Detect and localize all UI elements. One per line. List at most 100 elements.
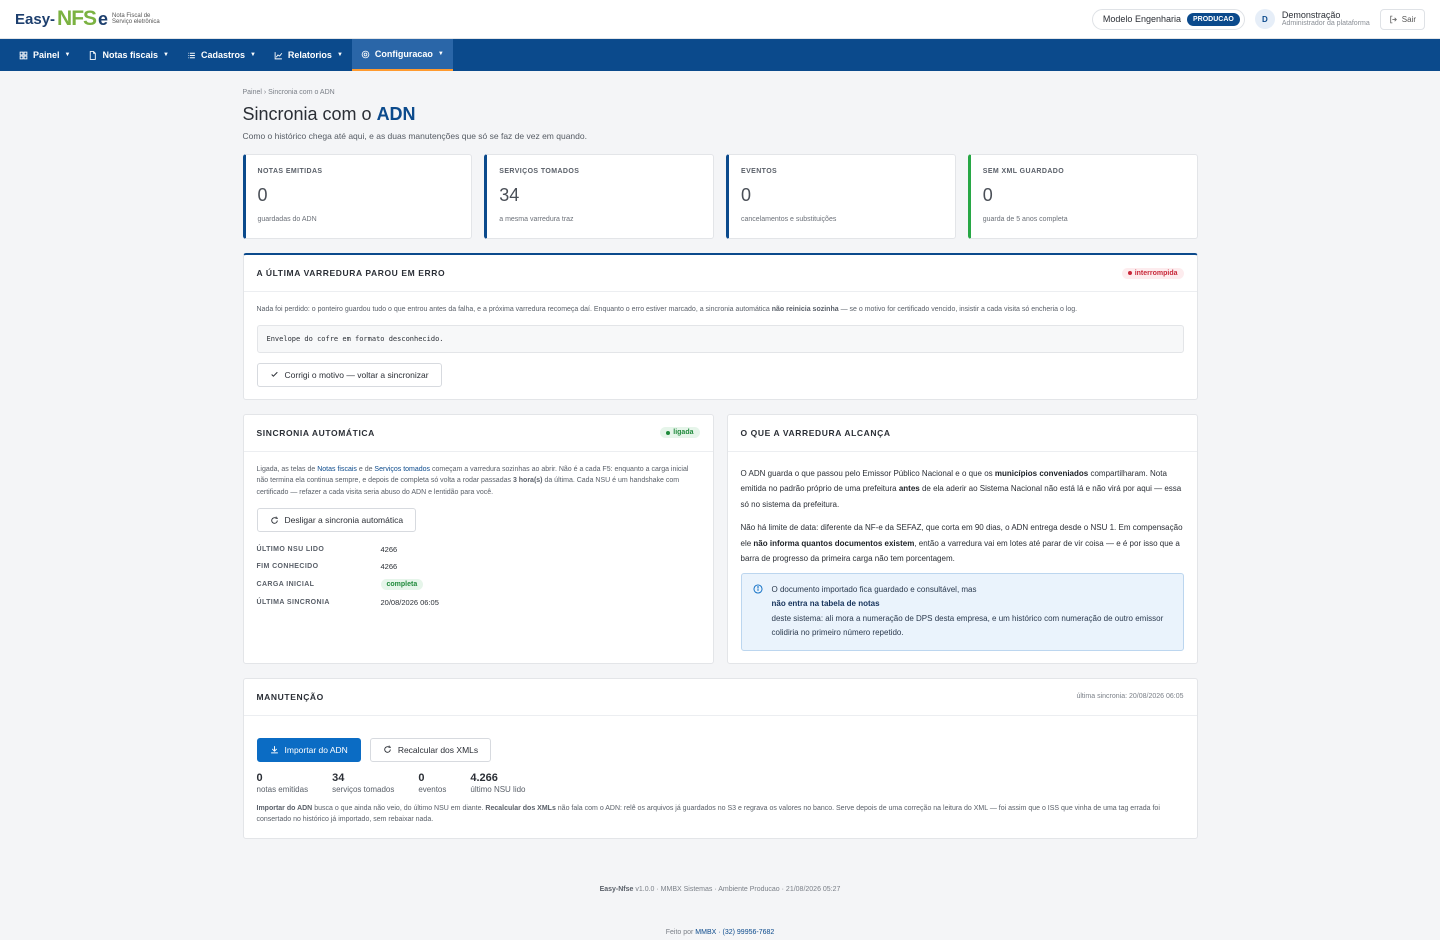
text-bold: Recalcular dos XMLs [485,804,556,812]
counter-label: notas emitidas [256,784,309,794]
import-adn-button[interactable]: Importar do ADN [256,737,361,762]
chevron-down-icon: ▼ [437,51,444,57]
maintenance-card: MANUTENÇÃO última sincronia: 20/08/2026 … [242,677,1198,839]
footer-info: v1.0.0 · MMBX Sistemas · Ambiente Produc… [633,885,841,893]
stat-card-sem-xml: SEM XML GUARDADO 0 guarda de 5 anos comp… [967,154,1198,239]
footer-credits: Feito por MMBX · (32) 99956-7682 [243,929,1198,936]
status-badge: ligada [660,427,700,438]
status-badge: interrompida [1121,267,1184,279]
grid-icon [19,51,28,59]
detail-label: ÚLTIMA SINCRONIA [256,599,330,606]
page-title-prefix: Sincronia com o [242,104,377,124]
last-sync-text: última sincronia: 20/08/2026 06:05 [1076,693,1184,700]
logout-label: Sair [1401,14,1416,24]
logo-nfs: NFS [57,7,97,30]
info-line: O documento importado fica guardado e co… [771,584,977,594]
user-menu[interactable]: D Demonstração Administrador da platafor… [1254,9,1370,29]
page-title-highlight: ADN [376,104,416,124]
check-icon [270,371,278,377]
avatar: D [1254,9,1275,29]
text-bold: 3 hora(s) [512,477,543,484]
main-content: Painel › Sincronia com o ADN Sincronia c… [242,71,1198,936]
status-dot [1127,271,1132,275]
text-bold: não informa quantos documentos existem [753,538,915,548]
counter: 4.266 último NSU lido [470,772,525,794]
text-bold: municípios conveniados [994,468,1089,478]
nav-item-notas-fiscais[interactable]: Notas fiscais ▼ [79,39,177,71]
error-card-header: A ÚLTIMA VARREDURA PAROU EM ERRO interro… [243,255,1197,292]
stat-label: SEM XML GUARDADO [982,168,1065,175]
stat-value: 0 [257,185,268,205]
text: busca o que ainda não veio, do último NS… [312,804,486,812]
resume-sync-button[interactable]: Corrigi o motivo — voltar a sincronizar [256,362,442,387]
stat-card-servicos-tomados: SERVIÇOS TOMADOS 34 a mesma varredura tr… [484,154,714,239]
refresh-icon [270,516,278,524]
error-text-before: Nada foi perdido: o ponteiro guardou tud… [256,306,772,313]
refresh-icon [384,745,391,753]
company-selector[interactable]: Modelo Engenharia PRODUCAO [1091,8,1245,30]
text-bold: antes [898,484,920,493]
import-adn-label: Importar do ADN [284,744,348,755]
counter-label: último NSU lido [470,784,526,794]
detail-label: FIM CONHECIDO [256,563,319,570]
counter-value: 34 [332,771,345,784]
detail-row: CARGA INICIAL completa [257,579,700,590]
gear-icon [361,50,370,58]
text: O ADN guarda o que passou pelo Emissor P… [740,468,995,478]
stat-value: 0 [741,185,752,205]
stat-card-eventos: EVENTOS 0 cancelamentos e substituições [726,154,956,239]
chevron-down-icon: ▼ [249,52,256,58]
chevron-down-icon: ▼ [64,52,71,58]
nav-item-cadastros[interactable]: Cadastros ▼ [178,39,265,71]
error-text-bold: não reinicia sozinha [771,306,839,313]
stat-value: 34 [499,185,520,205]
page-subtitle: Como o histórico chega até aqui, e as du… [242,131,587,141]
top-bar: Easy- NFS e Nota Fiscal de Serviço eletr… [0,0,1440,39]
made-by: Feito por [665,928,696,936]
chevron-down-icon: ▼ [336,52,343,58]
page-title: Sincronia com o ADN [243,104,1198,125]
document-icon [90,50,97,60]
user-role: Administrador da plataforma [1281,19,1370,27]
info-line-bold: não entra na tabela de notas [771,599,880,608]
logout-button[interactable]: Sair [1379,8,1425,30]
resume-sync-label: Corrigi o motivo — voltar a sincronizar [284,369,429,380]
company-link[interactable]: MMBX [695,929,716,936]
phone-link[interactable]: · (32) 99956-7682 [716,929,774,936]
text: e de [356,465,375,473]
stat-note: guardadas do ADN [257,216,317,223]
auto-sync-title: SINCRONIA AUTOMÁTICA [256,427,375,438]
info-line: deste sistema: ali mora a numeração de D… [771,613,1164,638]
recalculate-xml-button[interactable]: Recalcular dos XMLs [369,737,492,762]
link-servicos-tomados[interactable]: Serviços tomados [374,466,430,473]
nav-item-painel[interactable]: Painel ▼ [10,39,79,71]
nav-item-configuracao[interactable]: Configuracao ▼ [351,39,453,71]
nav-item-relatorios[interactable]: Relatorios ▼ [265,39,352,71]
scope-title: O QUE A VARREDURA ALCANÇA [740,427,891,438]
footer: Easy-Nfse v1.0.0 · MMBX Sistemas · Ambie… [243,886,1198,893]
main-nav: Painel ▼ Notas fiscais ▼ Cadastros ▼ Rel… [0,39,1440,71]
detail-row: ÚLTIMO NSU LIDO 4266 [257,545,700,554]
nav-label: Cadastros [200,50,245,60]
counter: 34 serviços tomados [332,772,394,794]
status-badge-label: interrompida [1134,269,1178,277]
text-bold: Importar do ADN [256,804,313,812]
stat-value: 0 [982,185,993,205]
logo[interactable]: Easy- NFS e Nota Fiscal de Serviço eletr… [15,7,164,31]
counter-label: serviços tomados [332,784,395,794]
link-notas-fiscais[interactable]: Notas fiscais [317,466,357,473]
breadcrumb[interactable]: Painel › Sincronia com o ADN [243,89,1198,96]
counter-value: 4.266 [470,771,498,784]
stat-label: EVENTOS [741,168,778,175]
text: Ligada, as telas de [256,465,318,473]
nav-label: Configuracao [374,49,433,59]
maintenance-counters: 0 notas emitidas 34 serviços tomados 0 even… [257,772,1184,794]
scope-paragraph: O ADN guarda o que passou pelo Emissor P… [741,466,1184,513]
logo-e: e [98,8,109,29]
scope-paragraph: Não há limite de data: diferente da NF-e… [741,520,1184,567]
user-name: Demonstração [1281,9,1341,20]
detail-label: CARGA INICIAL [256,581,315,588]
logo-easy: Easy- [15,10,56,28]
disable-auto-sync-button[interactable]: Desligar a sincronia automática [256,508,417,532]
detail-row: FIM CONHECIDO 4266 [257,562,700,571]
